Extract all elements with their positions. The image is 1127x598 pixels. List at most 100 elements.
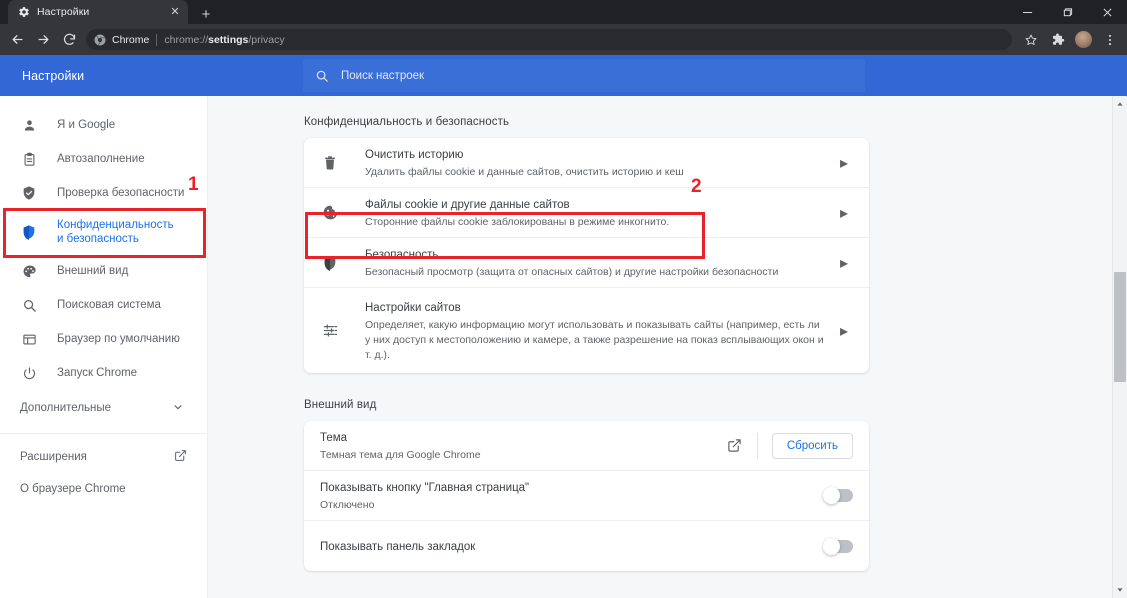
row-site-settings[interactable]: Настройки сайтов Определяет, какую инфор… bbox=[304, 288, 869, 373]
row-text: Очистить историю Удалить файлы cookie и … bbox=[365, 145, 827, 180]
sidebar-item-you-and-google[interactable]: Я и Google bbox=[0, 108, 207, 142]
row-title: Безопасность bbox=[365, 249, 439, 261]
shield-icon bbox=[320, 253, 340, 273]
sidebar-item-search-engine[interactable]: Поисковая система bbox=[0, 288, 207, 322]
settings-header: Настройки Поиск настроек bbox=[0, 55, 1127, 96]
privacy-section-title: Конфиденциальность и безопасность bbox=[304, 116, 510, 128]
reset-theme-button[interactable]: Сбросить bbox=[771, 432, 853, 459]
chevron-right-icon[interactable]: ▸ bbox=[835, 321, 853, 341]
row-cookies-and-site-data[interactable]: Файлы cookie и другие данные сайтов Стор… bbox=[304, 188, 869, 238]
home-button-toggle[interactable] bbox=[823, 487, 853, 504]
sidebar-item-label: Проверка безопасности bbox=[57, 187, 185, 199]
row-text: Настройки сайтов Определяет, какую инфор… bbox=[365, 298, 827, 363]
row-text: Файлы cookie и другие данные сайтов Стор… bbox=[365, 195, 827, 230]
row-theme[interactable]: Тема Темная тема для Google Chrome Сброс… bbox=[304, 421, 869, 471]
palette-icon bbox=[20, 262, 38, 280]
row-show-home-button[interactable]: Показывать кнопку "Главная страница" Отк… bbox=[304, 471, 869, 521]
power-icon bbox=[20, 364, 38, 382]
window-maximize-button[interactable] bbox=[1047, 0, 1087, 24]
theme-divider bbox=[756, 432, 758, 459]
row-title: Показывать кнопку "Главная страница" bbox=[320, 482, 530, 494]
row-text: Показывать кнопку "Главная страница" Отк… bbox=[320, 478, 816, 513]
row-text: Тема Темная тема для Google Chrome bbox=[320, 428, 727, 463]
shield-check-icon bbox=[20, 184, 38, 202]
sidebar-item-label: Конфиденциальность и безопасность bbox=[57, 219, 174, 245]
bookmarks-bar-toggle[interactable] bbox=[823, 537, 853, 555]
chevron-right-icon[interactable]: ▸ bbox=[835, 203, 853, 223]
tab-strip: Настройки ✕ + bbox=[0, 0, 1127, 24]
row-subtitle: Сторонние файлы cookie заблокированы в р… bbox=[365, 216, 670, 228]
sidebar-item-default-browser[interactable]: Браузер по умолчанию bbox=[0, 322, 207, 356]
row-title: Настройки сайтов bbox=[365, 302, 461, 314]
row-security[interactable]: Безопасность Безопасный просмотр (защита… bbox=[304, 238, 869, 288]
sidebar-item-autofill[interactable]: Автозаполнение bbox=[0, 142, 207, 176]
forward-icon[interactable] bbox=[30, 27, 56, 53]
new-tab-button[interactable]: + bbox=[193, 4, 219, 24]
scroll-down-icon[interactable] bbox=[1113, 583, 1127, 597]
vertical-scrollbar[interactable] bbox=[1112, 96, 1127, 598]
external-link-icon[interactable] bbox=[727, 438, 743, 454]
row-subtitle: Отключено bbox=[320, 499, 375, 511]
scrollbar-thumb[interactable] bbox=[1114, 272, 1126, 382]
person-icon bbox=[20, 116, 38, 134]
sidebar-item-label: Внешний вид bbox=[57, 265, 129, 277]
chrome-menu-icon[interactable] bbox=[1097, 27, 1123, 53]
url-prefix: chrome:// bbox=[164, 33, 209, 46]
sidebar-divider bbox=[0, 433, 208, 434]
sidebar-item-safety-check[interactable]: Проверка безопасности bbox=[0, 176, 207, 210]
privacy-card: Очистить историю Удалить файлы cookie и … bbox=[304, 138, 869, 373]
page-title: Настройки bbox=[22, 68, 85, 83]
tab-settings[interactable]: Настройки ✕ bbox=[8, 0, 188, 24]
toggle-knob bbox=[823, 537, 840, 555]
tab-close-icon[interactable]: ✕ bbox=[168, 5, 182, 19]
bookmark-star-icon[interactable] bbox=[1018, 27, 1044, 53]
sidebar-item-about-chrome[interactable]: О браузере Chrome bbox=[0, 473, 207, 505]
appearance-section-title: Внешний вид bbox=[304, 399, 377, 411]
row-subtitle: Темная тема для Google Chrome bbox=[320, 449, 481, 461]
omnibox-url: chrome://settings/privacy bbox=[164, 34, 284, 46]
gear-icon bbox=[18, 6, 30, 18]
chrome-logo-icon bbox=[94, 34, 106, 46]
row-text: Безопасность Безопасный просмотр (защита… bbox=[365, 245, 827, 280]
row-title: Тема bbox=[320, 432, 348, 444]
appearance-card: Тема Темная тема для Google Chrome Сброс… bbox=[304, 421, 869, 571]
window-minimize-button[interactable] bbox=[1007, 0, 1047, 24]
url-bold: settings bbox=[208, 33, 249, 46]
annotation-number-1: 1 bbox=[188, 174, 199, 195]
sidebar-item-on-startup[interactable]: Запуск Chrome bbox=[0, 356, 207, 390]
row-title: Очистить историю bbox=[365, 149, 464, 161]
window-icon bbox=[20, 330, 38, 348]
sidebar-item-label: Расширения bbox=[20, 451, 87, 463]
search-settings-input[interactable]: Поиск настроек bbox=[303, 59, 865, 92]
puzzle-icon[interactable] bbox=[1044, 27, 1070, 53]
chevron-right-icon[interactable]: ▸ bbox=[835, 153, 853, 173]
sidebar-item-label: Автозаполнение bbox=[57, 153, 145, 165]
window-close-button[interactable] bbox=[1087, 0, 1127, 24]
omnibox-chip-label: Chrome bbox=[112, 33, 150, 46]
browser-toolbar: Chrome chrome://settings/privacy bbox=[0, 24, 1127, 55]
browser-window: Настройки ✕ + Chrome chrome://settings/p… bbox=[0, 0, 1127, 598]
scroll-up-icon[interactable] bbox=[1113, 97, 1127, 111]
row-subtitle: Определяет, какую информацию могут испол… bbox=[365, 319, 824, 361]
back-icon[interactable] bbox=[4, 27, 30, 53]
address-bar[interactable]: Chrome chrome://settings/privacy bbox=[86, 29, 1012, 50]
sidebar-item-privacy-and-security[interactable]: Конфиденциальность и безопасность bbox=[0, 210, 207, 254]
row-show-bookmarks-bar[interactable]: Показывать панель закладок bbox=[304, 521, 869, 571]
search-placeholder: Поиск настроек bbox=[341, 69, 425, 82]
sidebar-item-label: О браузере Chrome bbox=[20, 483, 126, 495]
omnibox-divider bbox=[156, 33, 158, 46]
row-clear-browsing-data[interactable]: Очистить историю Удалить файлы cookie и … bbox=[304, 138, 869, 188]
settings-page: Настройки Поиск настроек Я и Google Авто… bbox=[0, 55, 1127, 598]
sidebar-item-appearance[interactable]: Внешний вид bbox=[0, 254, 207, 288]
sidebar-item-extensions[interactable]: Расширения bbox=[0, 441, 207, 473]
sliders-icon bbox=[320, 321, 340, 341]
settings-main: Конфиденциальность и безопасность Очисти… bbox=[208, 96, 1127, 598]
row-text: Показывать панель закладок bbox=[320, 537, 816, 555]
row-title: Показывать панель закладок bbox=[320, 541, 476, 553]
external-link-icon[interactable] bbox=[174, 449, 187, 465]
reload-icon[interactable] bbox=[56, 27, 82, 53]
sidebar-item-label: Запуск Chrome bbox=[57, 367, 138, 379]
sidebar-advanced-toggle[interactable]: Дополнительные bbox=[0, 390, 207, 426]
chevron-right-icon[interactable]: ▸ bbox=[835, 253, 853, 273]
avatar[interactable] bbox=[1075, 31, 1092, 48]
